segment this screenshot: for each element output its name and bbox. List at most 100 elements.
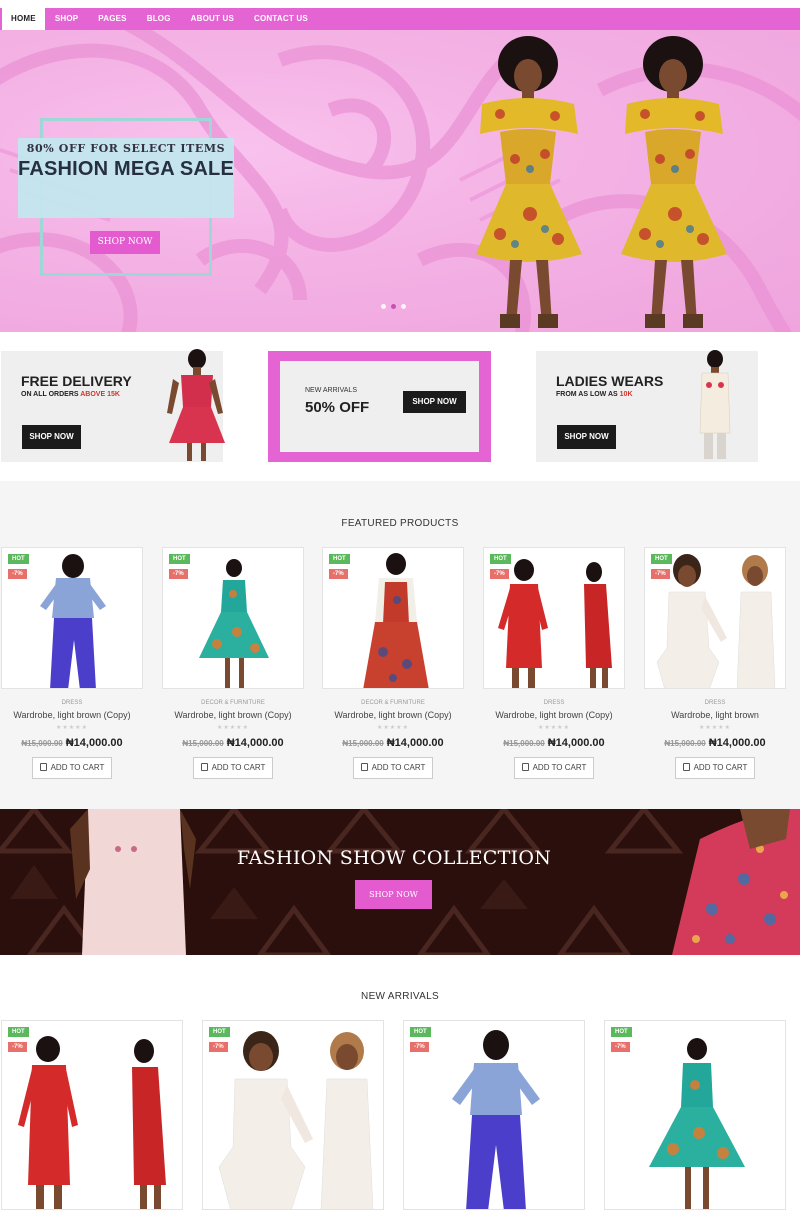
nav-blog[interactable]: BLOG: [137, 8, 181, 30]
hero-model-image: [476, 36, 582, 328]
promo-free-delivery[interactable]: FREE DELIVERY ON ALL ORDERS ABOVE 15K SH…: [1, 349, 225, 462]
slider-dot-1[interactable]: [381, 304, 386, 309]
product-name[interactable]: Wardrobe, light brown: [644, 710, 786, 720]
product-price: ₦15,000.00 ₦14,000.00: [322, 737, 464, 749]
hot-badge: HOT: [410, 1027, 431, 1037]
discount-badge: -7%: [329, 569, 348, 579]
nav-shop[interactable]: SHOP: [45, 8, 88, 30]
product-photo: [40, 554, 106, 688]
promo-right-sub-prefix: FROM AS LOW AS: [556, 391, 618, 398]
slider-dots: [381, 304, 406, 309]
product-category: DECOR & FURNITURE: [361, 700, 425, 706]
nav-contact-us[interactable]: CONTACT US: [244, 8, 318, 30]
bag-icon: [682, 763, 690, 771]
product-category: DRESS: [543, 700, 565, 706]
add-to-cart-label: ADD TO CART: [50, 763, 105, 772]
new-arrival-card[interactable]: HOT -7%: [202, 1020, 384, 1210]
hot-badge: HOT: [329, 554, 350, 564]
add-to-cart-label: ADD TO CART: [693, 763, 748, 772]
nav-pages[interactable]: PAGES: [88, 8, 136, 30]
current-price: ₦14,000.00: [386, 737, 444, 749]
promo-left-sub-highlight: ABOVE 15K: [80, 391, 120, 398]
product-photo: [498, 559, 612, 688]
new-arrival-card[interactable]: HOT -7%: [1, 1020, 183, 1210]
promo-mid-title: 50% OFF: [305, 399, 370, 416]
discount-badge: -7%: [169, 569, 188, 579]
product-name[interactable]: Wardrobe, light brown (Copy): [322, 710, 464, 720]
add-to-cart-label: ADD TO CART: [532, 763, 587, 772]
discount-badge: -7%: [8, 569, 27, 579]
old-price: ₦15,000.00: [21, 739, 63, 748]
product-name[interactable]: Wardrobe, light brown (Copy): [1, 710, 143, 720]
hero-subtitle: 80% OFF FOR SELECT ITEMS: [26, 142, 226, 155]
current-price: ₦14,000.00: [708, 737, 766, 749]
product-name[interactable]: Wardrobe, light brown (Copy): [483, 710, 625, 720]
product-price: ₦15,000.00 ₦14,000.00: [1, 737, 143, 749]
hero-model-image-2: [621, 36, 727, 328]
promo-mid-inner: NEW ARRIVALS 50% OFF SHOP NOW: [280, 361, 479, 452]
promo-right-subtitle: FROM AS LOW AS 10K: [556, 391, 633, 398]
product-image-card[interactable]: HOT -7%: [162, 547, 304, 689]
new-arrival-card[interactable]: HOT -7%: [604, 1020, 786, 1210]
add-to-cart-button[interactable]: ADD TO CART: [353, 757, 433, 779]
promo-mid-shop-now-button[interactable]: SHOP NOW: [403, 391, 466, 413]
product-image-card[interactable]: HOT -7%: [483, 547, 625, 689]
fashion-show-title: FASHION SHOW COLLECTION: [236, 847, 552, 869]
promo-left-shop-now-button[interactable]: SHOP NOW: [22, 425, 81, 449]
bag-icon: [521, 763, 529, 771]
nav-home[interactable]: HOME: [2, 8, 45, 30]
hot-badge: HOT: [611, 1027, 632, 1037]
old-price: ₦15,000.00: [182, 739, 224, 748]
promo-new-arrivals[interactable]: NEW ARRIVALS 50% OFF SHOP NOW: [268, 351, 491, 462]
add-to-cart-label: ADD TO CART: [211, 763, 266, 772]
promo-ladies-wears[interactable]: LADIES WEARS FROM AS LOW AS 10K SHOP NOW: [536, 350, 758, 462]
promo-left-subtitle: ON ALL ORDERS ABOVE 15K: [21, 391, 120, 398]
current-price: ₦14,000.00: [547, 737, 605, 749]
add-to-cart-button[interactable]: ADD TO CART: [514, 757, 594, 779]
fashion-show-shop-now-button[interactable]: SHOP NOW: [355, 880, 432, 909]
product-price: ₦15,000.00 ₦14,000.00: [644, 737, 786, 749]
product-photo: [218, 1031, 374, 1209]
product-photo: [649, 1038, 745, 1209]
old-price: ₦15,000.00: [342, 739, 384, 748]
new-arrival-card[interactable]: HOT -7%: [403, 1020, 585, 1210]
product-rating-stars: ★★★★★: [699, 725, 731, 731]
new-arrivals-title: NEW ARRIVALS: [361, 991, 439, 1002]
promo-left-sub-prefix: ON ALL ORDERS: [21, 391, 79, 398]
current-price: ₦14,000.00: [65, 737, 123, 749]
hero-shop-now-button[interactable]: SHOP NOW: [90, 231, 160, 254]
product-rating-stars: ★★★★★: [538, 725, 570, 731]
promo-right-shop-now-button[interactable]: SHOP NOW: [557, 425, 616, 449]
slider-dot-2[interactable]: [391, 304, 396, 309]
product-photo: [199, 559, 269, 688]
hero-title: FASHION MEGA SALE: [18, 158, 235, 180]
hot-badge: HOT: [169, 554, 190, 564]
nav-about-us[interactable]: ABOUT US: [181, 8, 244, 30]
promo-mid-subtitle: NEW ARRIVALS: [305, 387, 357, 394]
add-to-cart-button[interactable]: ADD TO CART: [675, 757, 755, 779]
hero-slider: 80% OFF FOR SELECT ITEMS FASHION MEGA SA…: [0, 30, 800, 332]
add-to-cart-button[interactable]: ADD TO CART: [32, 757, 112, 779]
promo-right-title: LADIES WEARS: [556, 373, 664, 389]
product-image-card[interactable]: HOT -7%: [644, 547, 786, 689]
promo-left-title: FREE DELIVERY: [21, 373, 132, 389]
product-category: DECOR & FURNITURE: [201, 700, 265, 706]
product-name[interactable]: Wardrobe, light brown (Copy): [162, 710, 304, 720]
current-price: ₦14,000.00: [226, 737, 284, 749]
nav-bar: HOME SHOP PAGES BLOG ABOUT US CONTACT US: [0, 8, 800, 30]
product-image-card[interactable]: HOT -7%: [1, 547, 143, 689]
product-image-card[interactable]: HOT -7%: [322, 547, 464, 689]
promo-left-model-image: [167, 349, 225, 461]
add-to-cart-button[interactable]: ADD TO CART: [193, 757, 273, 779]
product-rating-stars: ★★★★★: [56, 725, 88, 731]
product-category: DRESS: [61, 700, 83, 706]
product-photo: [18, 1036, 166, 1209]
product-price: ₦15,000.00 ₦14,000.00: [483, 737, 625, 749]
product-rating-stars: ★★★★★: [377, 725, 409, 731]
promo-right-model-image: [699, 350, 731, 459]
slider-dot-3[interactable]: [401, 304, 406, 309]
bag-icon: [39, 763, 47, 771]
featured-products-section: FEATURED PRODUCTS HOT -7% DRESS Wardrobe…: [0, 481, 800, 809]
fashion-show-banner: FASHION SHOW COLLECTION SHOP NOW: [0, 809, 800, 955]
product-category: DRESS: [704, 700, 726, 706]
